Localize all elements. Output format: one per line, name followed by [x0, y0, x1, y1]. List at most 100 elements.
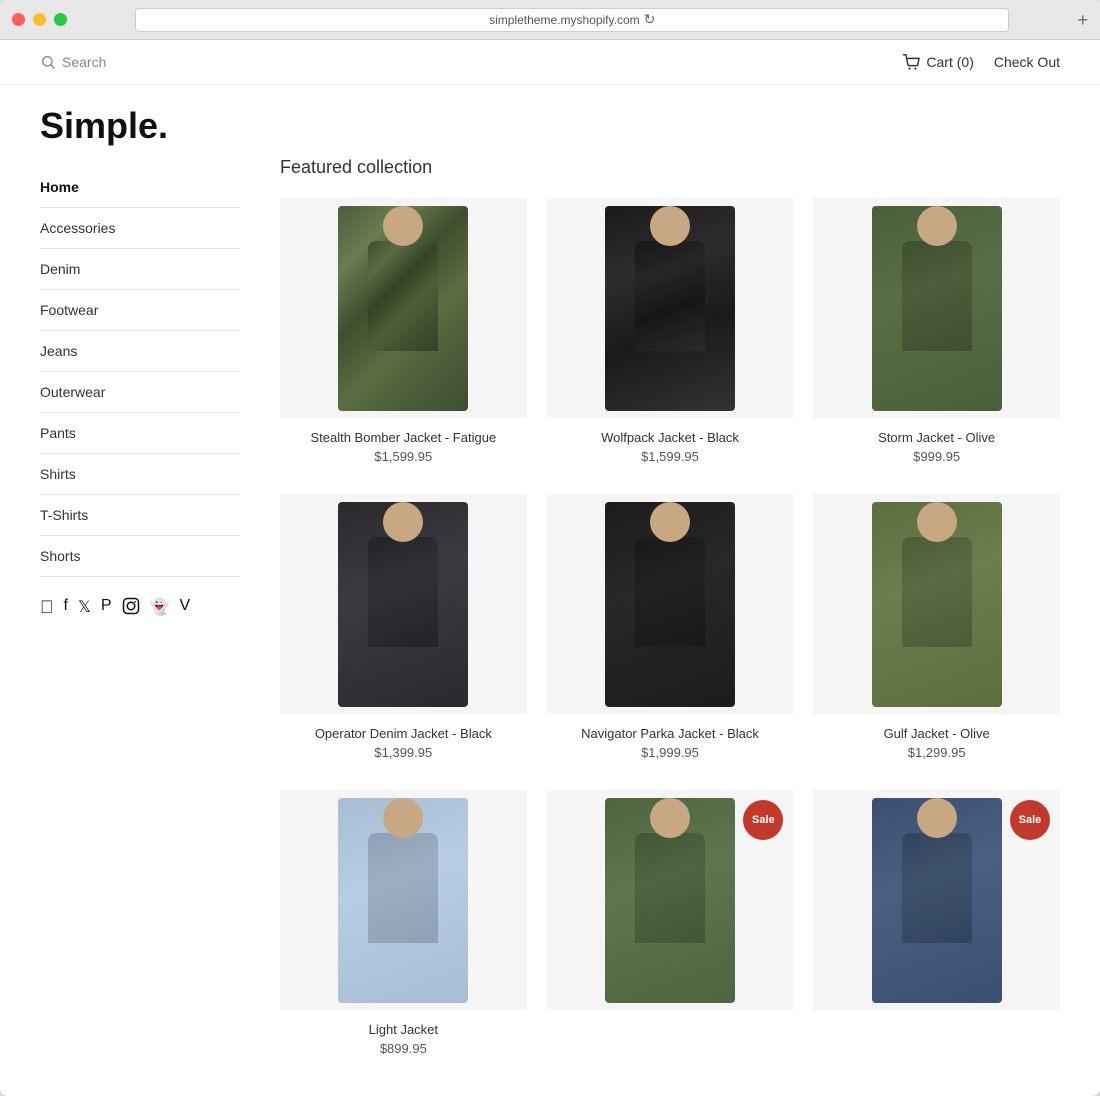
- sale-badge-7: Sale: [743, 800, 783, 840]
- product-name-1: Wolfpack Jacket - Black: [601, 430, 739, 445]
- product-card-0[interactable]: Stealth Bomber Jacket - Fatigue $1,599.9…: [280, 198, 527, 464]
- product-card-1[interactable]: Wolfpack Jacket - Black $1,599.95: [547, 198, 794, 464]
- sidebar-item-denim[interactable]: Denim: [40, 249, 240, 290]
- search-label: Search: [62, 54, 106, 70]
- product-name-5: Gulf Jacket - Olive: [884, 726, 990, 741]
- product-figure-6: [338, 798, 468, 1003]
- pinterest-icon[interactable]: P: [101, 597, 112, 620]
- snapchat-icon[interactable]: 👻: [150, 597, 170, 620]
- sidebar-item-outerwear[interactable]: Outerwear: [40, 372, 240, 413]
- product-figure-1: [605, 206, 735, 411]
- facebook-icon[interactable]: f: [64, 597, 68, 620]
- sidebar: Home Accessories Denim Footwear Jeans: [40, 157, 240, 1056]
- new-tab-button[interactable]: +: [1077, 11, 1088, 29]
- collection-title: Featured collection: [280, 157, 1060, 178]
- product-name-2: Storm Jacket - Olive: [878, 430, 995, 445]
- search-icon: [40, 54, 56, 70]
- product-info-5: Gulf Jacket - Olive $1,299.95: [884, 714, 990, 760]
- product-name-4: Navigator Parka Jacket - Black: [581, 726, 759, 741]
- maximize-button[interactable]: [54, 13, 67, 26]
- product-image-2: [813, 198, 1060, 418]
- product-info-2: Storm Jacket - Olive $999.95: [878, 418, 995, 464]
- product-price-6: $899.95: [369, 1041, 438, 1056]
- top-nav: Search Cart (0) Check Out: [0, 40, 1100, 85]
- nav-right: Cart (0) Check Out: [902, 54, 1060, 70]
- cart-icon: [902, 54, 920, 70]
- products-area: Featured collection Stealth Bomber Jacke…: [240, 157, 1060, 1056]
- product-price-2: $999.95: [878, 449, 995, 464]
- product-card-6[interactable]: Light Jacket $899.95: [280, 790, 527, 1056]
- browser-titlebar: simpletheme.myshopify.com ↻ +: [0, 0, 1100, 40]
- product-info-4: Navigator Parka Jacket - Black $1,999.95: [581, 714, 759, 760]
- twitter-icon[interactable]: 𝕏: [78, 597, 91, 620]
- product-image-4: [547, 494, 794, 714]
- site-content: Search Cart (0) Check Out Simple.: [0, 40, 1100, 1096]
- product-figure-0: [338, 206, 468, 411]
- browser-window: simpletheme.myshopify.com ↻ + Search: [0, 0, 1100, 1096]
- sidebar-link-pants[interactable]: Pants: [40, 413, 240, 453]
- sidebar-item-tshirts[interactable]: T-Shirts: [40, 495, 240, 536]
- product-figure-5: [872, 502, 1002, 707]
- minimize-button[interactable]: [33, 13, 46, 26]
- product-price-3: $1,399.95: [315, 745, 492, 760]
- product-info-1: Wolfpack Jacket - Black $1,599.95: [601, 418, 739, 464]
- product-name-0: Stealth Bomber Jacket - Fatigue: [310, 430, 496, 445]
- product-figure-7: [605, 798, 735, 1003]
- sidebar-item-accessories[interactable]: Accessories: [40, 208, 240, 249]
- search-area[interactable]: Search: [40, 54, 106, 70]
- facebook-icon[interactable]: : [40, 597, 54, 620]
- sidebar-item-shirts[interactable]: Shirts: [40, 454, 240, 495]
- checkout-link[interactable]: Check Out: [994, 54, 1060, 70]
- sidebar-link-outerwear[interactable]: Outerwear: [40, 372, 240, 412]
- product-image-6: [280, 790, 527, 1010]
- cart-area[interactable]: Cart (0): [902, 54, 973, 70]
- product-card-5[interactable]: Gulf Jacket - Olive $1,299.95: [813, 494, 1060, 760]
- main-layout: Home Accessories Denim Footwear Jeans: [0, 157, 1100, 1096]
- product-card-2[interactable]: Storm Jacket - Olive $999.95: [813, 198, 1060, 464]
- product-figure-8: [872, 798, 1002, 1003]
- sidebar-item-home[interactable]: Home: [40, 167, 240, 208]
- sidebar-link-denim[interactable]: Denim: [40, 249, 240, 289]
- sidebar-item-jeans[interactable]: Jeans: [40, 331, 240, 372]
- close-button[interactable]: [12, 13, 25, 26]
- product-card-4[interactable]: Navigator Parka Jacket - Black $1,999.95: [547, 494, 794, 760]
- product-info-3: Operator Denim Jacket - Black $1,399.95: [315, 714, 492, 760]
- vimeo-icon[interactable]: V: [179, 597, 190, 620]
- product-card-3[interactable]: Operator Denim Jacket - Black $1,399.95: [280, 494, 527, 760]
- sidebar-item-pants[interactable]: Pants: [40, 413, 240, 454]
- product-name-6: Light Jacket: [369, 1022, 438, 1037]
- product-price-0: $1,599.95: [310, 449, 496, 464]
- product-figure-2: [872, 206, 1002, 411]
- sidebar-link-accessories[interactable]: Accessories: [40, 208, 240, 248]
- product-price-5: $1,299.95: [884, 745, 990, 760]
- url-bar[interactable]: simpletheme.myshopify.com ↻: [135, 8, 1009, 32]
- product-image-5: [813, 494, 1060, 714]
- sidebar-link-tshirts[interactable]: T-Shirts: [40, 495, 240, 535]
- product-name-3: Operator Denim Jacket - Black: [315, 726, 492, 741]
- sidebar-link-footwear[interactable]: Footwear: [40, 290, 240, 330]
- product-card-7[interactable]: Sale: [547, 790, 794, 1056]
- social-icons:  f 𝕏 P 👻 V: [40, 597, 240, 620]
- sidebar-item-footwear[interactable]: Footwear: [40, 290, 240, 331]
- sidebar-item-shorts[interactable]: Shorts: [40, 536, 240, 577]
- product-price-1: $1,599.95: [601, 449, 739, 464]
- sidebar-link-home[interactable]: Home: [40, 167, 240, 207]
- product-image-0: [280, 198, 527, 418]
- product-info-0: Stealth Bomber Jacket - Fatigue $1,599.9…: [310, 418, 496, 464]
- logo-text[interactable]: Simple.: [40, 105, 1060, 147]
- refresh-icon[interactable]: ↻: [644, 11, 656, 28]
- product-price-4: $1,999.95: [581, 745, 759, 760]
- product-image-3: [280, 494, 527, 714]
- sale-badge-8: Sale: [1010, 800, 1050, 840]
- instagram-icon[interactable]: [122, 597, 140, 620]
- product-image-1: [547, 198, 794, 418]
- product-card-8[interactable]: Sale: [813, 790, 1060, 1056]
- product-image-7: Sale: [547, 790, 794, 1010]
- sidebar-link-jeans[interactable]: Jeans: [40, 331, 240, 371]
- sidebar-link-shirts[interactable]: Shirts: [40, 454, 240, 494]
- product-image-8: Sale: [813, 790, 1060, 1010]
- cart-label: Cart (0): [926, 54, 973, 70]
- product-figure-3: [338, 502, 468, 707]
- product-figure-4: [605, 502, 735, 707]
- sidebar-link-shorts[interactable]: Shorts: [40, 536, 240, 576]
